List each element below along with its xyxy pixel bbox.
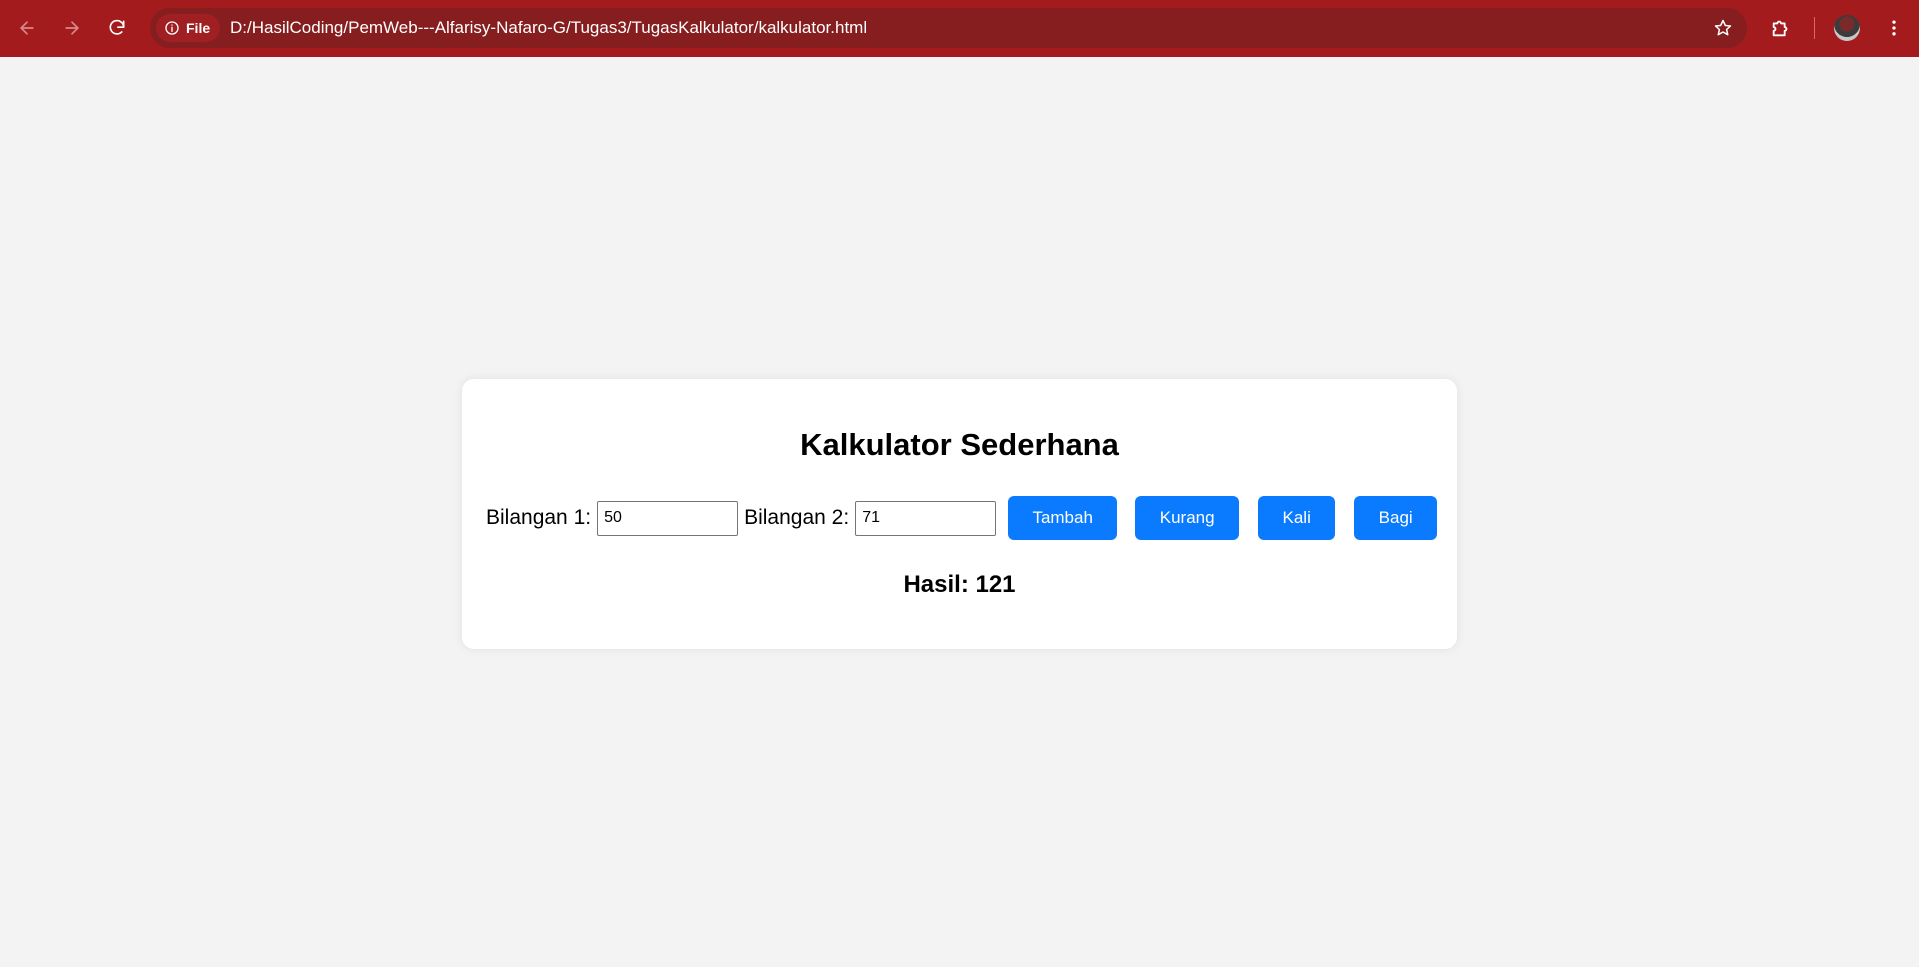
url-text[interactable]: D:/HasilCoding/PemWeb---Alfarisy-Nafaro-… bbox=[230, 8, 867, 48]
calculator-card: Kalkulator Sederhana Bilangan 1: Bilanga… bbox=[462, 379, 1457, 649]
reload-button[interactable] bbox=[101, 12, 133, 44]
arrow-left-icon bbox=[20, 21, 34, 35]
bilangan2-label: Bilangan 2: bbox=[744, 506, 850, 529]
menu-button[interactable] bbox=[1878, 12, 1910, 44]
result-text: Hasil: 121 bbox=[903, 571, 1016, 598]
address-bar[interactable]: File D:/HasilCoding/PemWeb---Alfarisy-Na… bbox=[150, 8, 1747, 48]
extensions-button[interactable] bbox=[1765, 12, 1797, 44]
avatar[interactable] bbox=[1834, 15, 1860, 41]
bilangan2-input[interactable] bbox=[855, 500, 997, 536]
toolbar-divider bbox=[1814, 17, 1815, 39]
bilangan1-label: Bilangan 1: bbox=[486, 506, 592, 529]
back-button[interactable] bbox=[11, 12, 43, 44]
bookmark-button[interactable] bbox=[1709, 14, 1737, 42]
site-chip-label: File bbox=[186, 20, 211, 36]
site-info-chip[interactable]: File bbox=[156, 14, 221, 42]
kali-button[interactable]: Kali bbox=[1258, 496, 1336, 540]
calculator-form: Bilangan 1: Bilangan 2: Tambah Kurang Ka… bbox=[486, 496, 1438, 540]
bagi-button[interactable]: Bagi bbox=[1354, 496, 1438, 540]
puzzle-icon bbox=[1772, 20, 1788, 37]
reload-icon bbox=[109, 19, 125, 35]
star-icon bbox=[1714, 19, 1732, 36]
forward-button[interactable] bbox=[56, 12, 88, 44]
kebab-menu-icon bbox=[1892, 20, 1896, 36]
kurang-button[interactable]: Kurang bbox=[1135, 496, 1240, 540]
info-icon bbox=[165, 21, 179, 35]
arrow-right-icon bbox=[65, 21, 79, 35]
browser-toolbar: File D:/HasilCoding/PemWeb---Alfarisy-Na… bbox=[0, 0, 1919, 57]
bilangan1-input[interactable] bbox=[597, 500, 739, 536]
page-title: Kalkulator Sederhana bbox=[800, 427, 1119, 462]
tambah-button[interactable]: Tambah bbox=[1008, 496, 1118, 540]
